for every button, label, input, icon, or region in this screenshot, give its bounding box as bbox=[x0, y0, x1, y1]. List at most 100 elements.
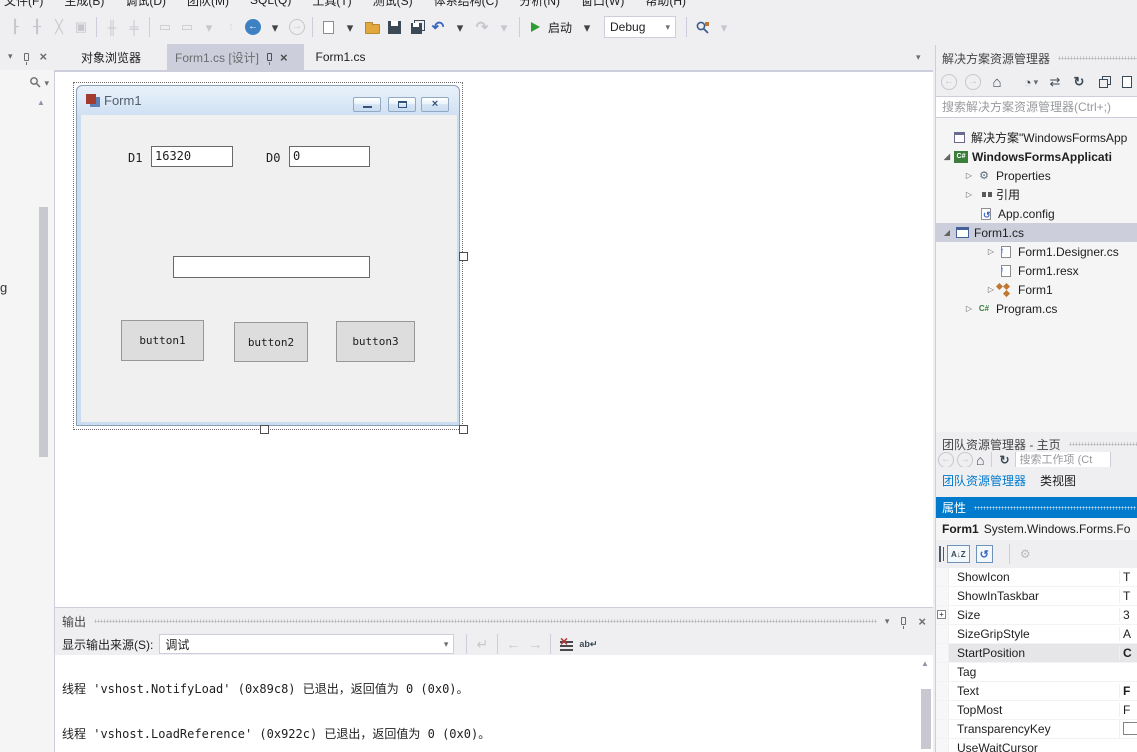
properties-object-selector[interactable]: Form1 System.Windows.Forms.Fo bbox=[936, 518, 1137, 540]
output-close-icon[interactable]: × bbox=[918, 615, 926, 628]
property-value[interactable]: F bbox=[1119, 684, 1137, 698]
panel-tab-team-explorer[interactable]: 团队资源管理器 bbox=[942, 472, 1026, 489]
property-row-text[interactable]: TextF bbox=[936, 682, 1137, 701]
menu-item-analyze[interactable]: 分析(N) bbox=[519, 0, 560, 9]
size-grid-icon[interactable]: ▭ bbox=[177, 14, 197, 40]
undo-icon[interactable]: ↶ bbox=[428, 14, 448, 40]
solution-config-combobox[interactable]: Debug ▾ bbox=[604, 16, 676, 38]
previous-message-icon[interactable]: ← bbox=[503, 631, 523, 657]
property-value[interactable]: F bbox=[1119, 703, 1137, 717]
find-message-icon[interactable]: ↵ bbox=[472, 631, 492, 657]
home-icon[interactable]: ⌂ bbox=[976, 452, 984, 467]
output-console[interactable]: 线程 'vshost.NotifyLoad' (0x89c8) 已退出，返回值为… bbox=[55, 655, 933, 752]
toolwindow-pin-icon[interactable] bbox=[24, 53, 29, 61]
label-d0[interactable]: D0 bbox=[266, 151, 280, 165]
toolwindow-close-icon[interactable]: × bbox=[40, 50, 48, 63]
forward-icon[interactable]: → bbox=[963, 69, 983, 95]
tab-form1-code[interactable]: Form1.cs bbox=[304, 44, 377, 70]
clear-all-icon[interactable] bbox=[556, 631, 576, 657]
tree-item-form1cs[interactable]: ◢ Form1.cs bbox=[936, 223, 1137, 242]
tree-item-appconfig[interactable]: ↺ App.config bbox=[936, 204, 1137, 223]
menu-item-tools[interactable]: 工具(T) bbox=[312, 0, 351, 9]
label-d1[interactable]: D1 bbox=[128, 151, 142, 165]
tree-item-solution[interactable]: 解决方案"WindowsFormsApp bbox=[936, 128, 1137, 147]
tree-item-form1-class[interactable]: ▷ Form1 bbox=[936, 280, 1137, 299]
property-row-sizegripstyle[interactable]: SizeGripStyleA bbox=[936, 625, 1137, 644]
back-icon[interactable]: → bbox=[939, 69, 959, 95]
property-value[interactable]: T bbox=[1119, 589, 1137, 603]
panel-tab-class-view[interactable]: 类视图 bbox=[1040, 472, 1076, 489]
space-vertical-icon[interactable]: ╪ bbox=[124, 14, 144, 40]
expander-collapsed-icon[interactable]: ▷ bbox=[964, 171, 974, 180]
redo-dropdown-icon[interactable]: ▾ bbox=[494, 14, 514, 40]
find-in-files-icon[interactable] bbox=[692, 14, 712, 40]
property-value[interactable]: A bbox=[1119, 627, 1137, 641]
snap-icon[interactable]: ▣ bbox=[71, 14, 91, 40]
toolbar-overflow-icon[interactable]: ▾ bbox=[714, 14, 734, 40]
property-pages-icon[interactable]: ⚙ bbox=[1020, 547, 1031, 561]
toolwindow-menu-icon[interactable]: ▾ bbox=[8, 52, 13, 61]
start-debug-icon[interactable] bbox=[525, 14, 545, 40]
expander-collapsed-icon[interactable]: ▷ bbox=[964, 304, 974, 313]
categorized-icon[interactable] bbox=[939, 547, 941, 561]
textbox-d0[interactable]: 0 bbox=[289, 146, 370, 167]
property-row-showicon[interactable]: ShowIconT bbox=[936, 568, 1137, 587]
tree-item-form1-designer[interactable]: ▷ ↑ Form1.Designer.cs bbox=[936, 242, 1137, 261]
resize-handle-right[interactable] bbox=[459, 252, 468, 261]
align-center-icon[interactable]: ╂ bbox=[27, 14, 47, 40]
resize-handle-bottom[interactable] bbox=[260, 425, 269, 434]
tab-object-browser[interactable]: 对象浏览器 bbox=[55, 44, 167, 70]
property-row-transparencykey[interactable]: TransparencyKey bbox=[936, 720, 1137, 739]
property-row-tag[interactable]: Tag bbox=[936, 663, 1137, 682]
output-scroll-up-icon[interactable]: ▲ bbox=[921, 659, 929, 668]
tab-pin-icon[interactable] bbox=[267, 53, 272, 61]
menu-item-debug[interactable]: 调试(D) bbox=[125, 0, 166, 9]
property-value[interactable]: C bbox=[1119, 646, 1137, 660]
designer-surface[interactable]: Form1 × D1 16320 D0 0 button1 button2 bu… bbox=[55, 70, 933, 607]
solution-search-input[interactable] bbox=[936, 96, 1137, 118]
show-all-files-icon[interactable] bbox=[1117, 69, 1137, 95]
tree-item-properties[interactable]: ▷ ⚙ Properties bbox=[936, 166, 1137, 185]
start-debug-label[interactable]: 启动 bbox=[548, 19, 572, 36]
align-left-icon[interactable]: ┠ bbox=[5, 14, 25, 40]
new-file-dropdown-icon[interactable]: ▾ bbox=[340, 14, 360, 40]
scroll-up-icon[interactable]: ▲ bbox=[37, 98, 45, 107]
pending-changes-filter-icon[interactable]: ◔▾ bbox=[1021, 69, 1041, 95]
navigate-forward-icon[interactable]: → bbox=[287, 14, 307, 40]
button2[interactable]: button2 bbox=[234, 322, 308, 362]
navigate-back-icon[interactable]: ← bbox=[243, 14, 263, 40]
menu-item-architecture[interactable]: 体系结构(C) bbox=[434, 0, 499, 9]
alphabetical-icon[interactable]: A↓Z bbox=[947, 545, 970, 563]
tree-item-programcs[interactable]: ▷ C# Program.cs bbox=[936, 299, 1137, 318]
expander-collapsed-icon[interactable]: ▷ bbox=[986, 285, 996, 294]
form-close-button[interactable]: × bbox=[421, 97, 449, 112]
refresh-icon[interactable]: ↻ bbox=[999, 453, 1009, 467]
expander-collapsed-icon[interactable]: ▷ bbox=[986, 247, 996, 256]
output-pin-icon[interactable] bbox=[901, 617, 906, 625]
save-icon[interactable] bbox=[384, 14, 404, 40]
size-same-icon[interactable]: ▭ bbox=[155, 14, 175, 40]
save-all-icon[interactable] bbox=[406, 14, 426, 40]
menu-item-help[interactable]: 帮助(H) bbox=[645, 0, 686, 9]
back-icon[interactable]: → bbox=[938, 452, 954, 467]
tree-item-references[interactable]: ▷ 引用 bbox=[936, 185, 1137, 204]
property-row-topmost[interactable]: TopMostF bbox=[936, 701, 1137, 720]
tree-item-project[interactable]: ◢ C# WindowsFormsApplicati bbox=[936, 147, 1137, 166]
expand-plus-icon[interactable]: + bbox=[937, 610, 946, 619]
property-row-size[interactable]: +Size3 bbox=[936, 606, 1137, 625]
new-file-icon[interactable] bbox=[318, 14, 338, 40]
start-dropdown-icon[interactable]: ▾ bbox=[577, 14, 597, 40]
left-pane-search[interactable]: ▾ bbox=[0, 72, 55, 94]
menu-item-team[interactable]: 团队(M) bbox=[187, 0, 229, 9]
menu-item-sql[interactable]: SQL(Q) bbox=[250, 0, 291, 7]
menu-item-window[interactable]: 窗口(W) bbox=[581, 0, 624, 9]
output-menu-icon[interactable]: ▾ bbox=[885, 617, 890, 626]
form-minimize-button[interactable] bbox=[353, 97, 381, 112]
expander-expanded-icon[interactable]: ◢ bbox=[942, 228, 952, 237]
menu-item-file[interactable]: 文件(F) bbox=[4, 0, 43, 9]
form-maximize-button[interactable] bbox=[388, 97, 416, 112]
form-client-area[interactable]: D1 16320 D0 0 button1 button2 button3 bbox=[81, 115, 457, 422]
size-dropdown-icon[interactable]: ▾ bbox=[199, 14, 219, 40]
word-wrap-icon[interactable]: ab↵ bbox=[578, 631, 598, 657]
output-source-combobox[interactable]: 调试 ▾ bbox=[159, 634, 454, 654]
